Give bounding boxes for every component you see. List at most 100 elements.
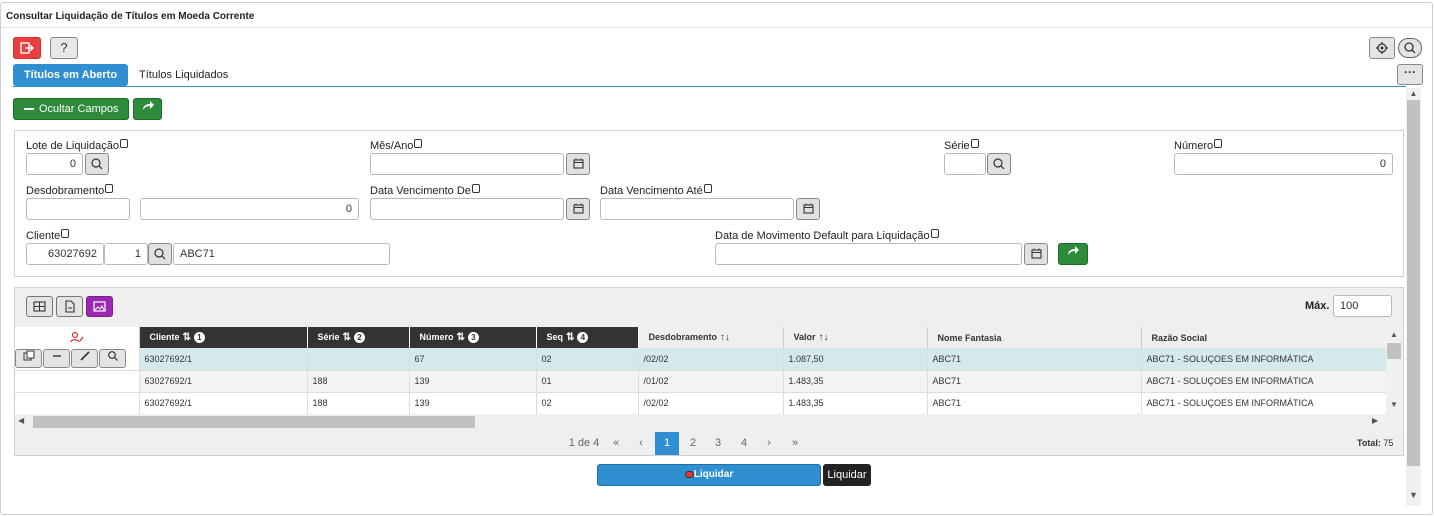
serie-search-button[interactable] (987, 153, 1011, 175)
search-icon (91, 158, 103, 170)
venc-ate-calendar-button[interactable] (796, 198, 820, 220)
venc-de-input[interactable] (370, 198, 564, 220)
columns-button[interactable] (26, 296, 53, 317)
col-nome-fantasia[interactable]: Nome Fantasia (927, 327, 1142, 348)
page-info: 1 de 4 (568, 437, 600, 449)
global-search-button[interactable] (1398, 38, 1422, 58)
grid-scroll-left-icon[interactable]: ◀ (18, 416, 24, 425)
sort-order-badge: 1 (193, 332, 205, 344)
desdobramento-input-2[interactable]: 0 (140, 198, 359, 220)
mes-ano-calendar-button[interactable] (566, 153, 590, 175)
more-options-button[interactable]: ··· (1397, 64, 1423, 85)
edit-row-button[interactable] (71, 349, 98, 369)
cell-desdobramento: /01/02 (638, 370, 784, 393)
cell-seq: 02 (536, 392, 639, 414)
cell-nome-fantasia: ABC71 (927, 348, 1142, 371)
desdobramento-label: Desdobramento (26, 184, 114, 197)
hide-fields-label: Ocultar Campos (39, 103, 119, 115)
copy-icon (119, 139, 128, 148)
copy-icon (414, 139, 423, 148)
copy-icon (471, 184, 480, 193)
tab-titulos-em-aberto[interactable]: Títulos em Aberto (13, 64, 128, 86)
page-2-button[interactable]: 2 (681, 432, 705, 455)
serie-input[interactable] (944, 153, 986, 175)
calendar-icon (573, 158, 584, 169)
page-4-button[interactable]: 4 (732, 432, 756, 455)
remove-row-button[interactable] (43, 349, 70, 369)
copy-icon (23, 350, 34, 361)
calendar-icon (1031, 248, 1042, 259)
col-seq[interactable]: Seq ⇅ 4 (536, 327, 639, 348)
liquidar-label: Liquidar (693, 469, 734, 480)
copy-row-button[interactable] (15, 349, 42, 369)
col-serie[interactable]: Série ⇅ 2 (307, 327, 410, 348)
image-button[interactable] (86, 296, 113, 317)
help-button[interactable]: ? (50, 37, 78, 59)
grid-scroll-right-icon[interactable]: ▶ (1372, 416, 1378, 425)
col-desdobramento[interactable]: Desdobramento ↑↓ (638, 327, 784, 348)
cell-serie: 188 (307, 370, 410, 393)
page-1-button[interactable]: 1 (655, 432, 679, 455)
cell-desdobramento: /02/02 (638, 392, 784, 414)
exit-icon (20, 42, 34, 54)
max-label: Máx. (1305, 300, 1330, 312)
share-button[interactable] (133, 98, 162, 120)
desdobramento-input[interactable] (26, 198, 130, 220)
liquidar-button[interactable]: Liquidar (597, 464, 821, 486)
cell-cliente: 63027692/1 (139, 348, 308, 371)
sort-icon: ↑↓ (818, 332, 829, 343)
data-mov-calendar-button[interactable] (1024, 243, 1048, 265)
tab-titulos-liquidados[interactable]: Títulos Liquidados (139, 69, 228, 81)
export-button[interactable] (56, 296, 83, 317)
grid-vertical-scrollbar-thumb[interactable] (1387, 343, 1401, 359)
cell-numero: 67 (409, 348, 537, 371)
scroll-up-icon[interactable]: ▲ (1406, 89, 1421, 99)
data-mov-apply-button[interactable] (1058, 243, 1088, 265)
sort-asc-icon: ⇅ (456, 331, 465, 343)
table-row[interactable]: 63027692/1 67 02 /02/02 1.087,50 ABC71 A… (15, 348, 1386, 371)
view-row-button[interactable] (99, 349, 126, 369)
grid-scroll-down-icon[interactable]: ▼ (1386, 400, 1402, 409)
cliente-search-button[interactable] (148, 243, 172, 265)
first-page-button[interactable]: « (605, 432, 627, 455)
lote-input[interactable]: 0 (26, 153, 83, 175)
lote-search-button[interactable] (85, 153, 109, 175)
cliente-seq-input[interactable]: 1 (104, 243, 148, 265)
cell-razao-social: ABC71 - SOLUÇOES EM INFORMÁTICA (1141, 348, 1386, 371)
cliente-name-input[interactable]: ABC71 (173, 243, 390, 265)
prev-page-button[interactable]: ‹ (630, 432, 652, 455)
grid-horizontal-scrollbar-thumb[interactable] (33, 416, 475, 428)
table-row[interactable]: 63027692/1 188 139 02 /02/02 1.483,35 AB… (15, 392, 1386, 414)
cell-cliente: 63027692/1 (139, 392, 308, 414)
data-mov-input[interactable] (715, 243, 1022, 265)
cliente-code-input[interactable]: 63027692 (26, 243, 104, 265)
settings-button[interactable] (1369, 37, 1395, 59)
image-icon (93, 301, 106, 312)
page-3-button[interactable]: 3 (706, 432, 730, 455)
cell-serie: 188 (307, 392, 410, 414)
grid-scroll-up-icon[interactable]: ▲ (1386, 330, 1402, 339)
mes-ano-input[interactable] (370, 153, 564, 175)
copy-icon (930, 229, 939, 238)
cliente-label: Cliente (26, 229, 70, 242)
venc-de-calendar-button[interactable] (566, 198, 590, 220)
calendar-icon (573, 203, 584, 214)
copy-icon (703, 184, 712, 193)
venc-de-label: Data Vencimento De (370, 184, 480, 197)
col-cliente[interactable]: Cliente ⇅ 1 (139, 327, 308, 348)
venc-ate-input[interactable] (600, 198, 794, 220)
col-razao-social[interactable]: Razão Social (1141, 327, 1386, 348)
table-row[interactable]: 63027692/1 188 139 01 /01/02 1.483,35 AB… (15, 370, 1386, 393)
max-input[interactable]: 100 (1333, 295, 1392, 317)
last-page-button[interactable]: » (784, 432, 806, 455)
col-numero[interactable]: Número ⇅ 3 (409, 327, 537, 348)
cell-numero: 139 (409, 370, 537, 393)
numero-input[interactable]: 0 (1174, 153, 1393, 175)
main-scrollbar-thumb[interactable] (1407, 100, 1420, 466)
copy-icon (105, 184, 114, 193)
hide-fields-button[interactable]: Ocultar Campos (13, 98, 129, 120)
exit-button[interactable] (13, 37, 41, 59)
next-page-button[interactable]: › (758, 432, 780, 455)
col-valor[interactable]: Valor ↑↓ (783, 327, 928, 348)
scroll-down-icon[interactable]: ▼ (1406, 490, 1421, 504)
